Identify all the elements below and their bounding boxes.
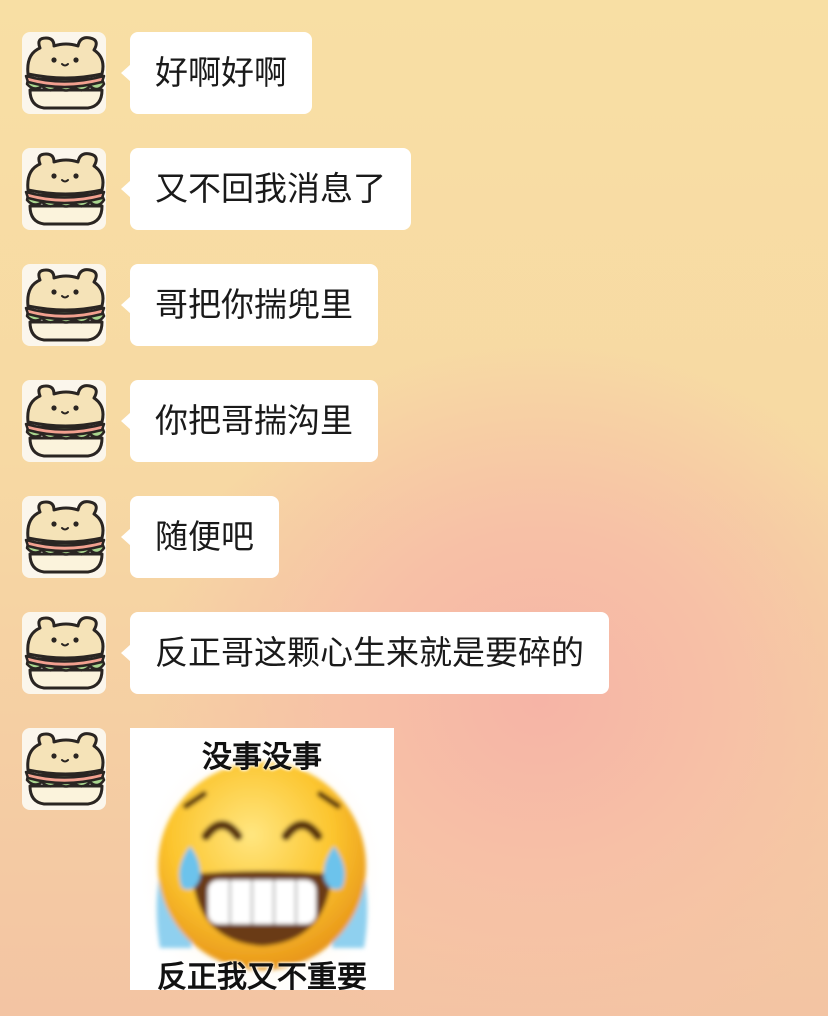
sandwich-bear-avatar-icon[interactable] bbox=[22, 148, 106, 230]
sticker-bottom-caption: 反正我又不重要 bbox=[157, 960, 367, 990]
message-bubble[interactable]: 好啊好啊 bbox=[121, 32, 312, 114]
sticker-top-caption: 没事没事 bbox=[202, 740, 322, 775]
sandwich-bear-avatar-icon[interactable] bbox=[22, 496, 106, 578]
sticker-image[interactable]: 没事没事 反正我又不重要 bbox=[130, 728, 394, 990]
message-bubble[interactable]: 又不回我消息了 bbox=[121, 148, 411, 230]
message-bubble[interactable]: 哥把你揣兜里 bbox=[121, 264, 378, 346]
sandwich-bear-avatar-icon[interactable] bbox=[22, 264, 106, 346]
message-bubble[interactable]: 反正哥这颗心生来就是要碎的 bbox=[121, 612, 609, 694]
sandwich-bear-avatar-icon[interactable] bbox=[22, 728, 106, 810]
sandwich-bear-avatar-icon[interactable] bbox=[22, 380, 106, 462]
message-bubble[interactable]: 随便吧 bbox=[121, 496, 279, 578]
message-bubble[interactable]: 你把哥揣沟里 bbox=[121, 380, 378, 462]
sandwich-bear-avatar-icon[interactable] bbox=[22, 612, 106, 694]
sandwich-bear-avatar-icon[interactable] bbox=[22, 32, 106, 114]
